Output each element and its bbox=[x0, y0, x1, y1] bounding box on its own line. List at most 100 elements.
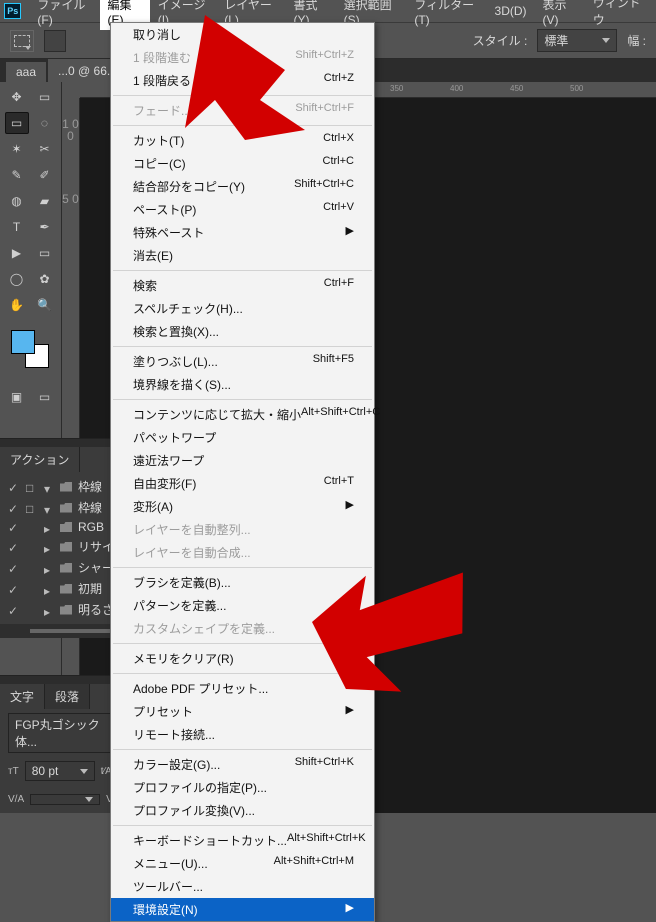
menu-item[interactable]: 検索と置換(X)... bbox=[111, 320, 374, 343]
menu-item-label: プロファイルの指定(P)... bbox=[133, 779, 267, 796]
menu-item[interactable]: プロファイル変換(V)... bbox=[111, 799, 374, 822]
check-icon: ✓ bbox=[8, 541, 20, 553]
menu-item-label: カラー設定(G)... bbox=[133, 756, 220, 773]
menu-item[interactable]: Adobe PDF プリセット... bbox=[111, 677, 374, 700]
menu-item[interactable]: 取り消し bbox=[111, 23, 374, 46]
ruler-tick: 400 bbox=[450, 84, 463, 93]
rectangle-tool[interactable]: ▭ bbox=[33, 242, 57, 264]
menu-item-label: カット(T) bbox=[133, 132, 184, 149]
menu-item[interactable]: 1 段階戻るCtrl+Z bbox=[111, 69, 374, 92]
action-name: 初期 bbox=[78, 580, 102, 597]
menu-file[interactable]: ファイル(F) bbox=[29, 0, 99, 30]
menu-item[interactable]: プロファイルの指定(P)... bbox=[111, 776, 374, 799]
screen-mode-toggle[interactable]: ▭ bbox=[33, 386, 57, 408]
menu-item-label: プリセット bbox=[133, 703, 193, 720]
menu-item-shortcut: ▶ bbox=[346, 498, 354, 515]
action-name: 枠線 bbox=[78, 499, 102, 516]
menu-item[interactable]: キーボードショートカット...Alt+Shift+Ctrl+K bbox=[111, 829, 374, 852]
menu-item-label: 特殊ペースト bbox=[133, 224, 204, 241]
crop-tool[interactable]: ✂ bbox=[33, 138, 57, 160]
menu-item-shortcut: Shift+Ctrl+Z bbox=[295, 49, 354, 66]
folder-icon bbox=[60, 563, 72, 573]
menu-item[interactable]: スペルチェック(H)... bbox=[111, 297, 374, 320]
clone-tool[interactable]: ◍ bbox=[5, 190, 29, 212]
quick-select-tool[interactable]: ✶ bbox=[5, 138, 29, 160]
pen-tool[interactable]: ✒ bbox=[33, 216, 57, 238]
marquee-tool[interactable]: ▭ bbox=[5, 112, 29, 134]
menu-item-label: 自由変形(F) bbox=[133, 475, 196, 492]
font-size-select[interactable]: 80 pt bbox=[25, 761, 95, 781]
menu-item[interactable]: ツールバー... bbox=[111, 875, 374, 898]
menu-item: レイヤーを自動整列... bbox=[111, 518, 374, 541]
action-name: 明るさ bbox=[78, 601, 114, 618]
ruler-tick: 500 bbox=[570, 84, 583, 93]
menu-view[interactable]: 表示(V) bbox=[535, 0, 585, 30]
menu-item[interactable]: パペットワープ bbox=[111, 426, 374, 449]
menu-item-label: パペットワープ bbox=[133, 429, 216, 446]
menu-item[interactable]: ペースト(P)Ctrl+V bbox=[111, 198, 374, 221]
tab-label: aaa bbox=[16, 65, 36, 79]
menu-item[interactable]: カラー設定(G)...Shift+Ctrl+K bbox=[111, 753, 374, 776]
menu-item[interactable]: コンテンツに応じて拡大・縮小Alt+Shift+Ctrl+C bbox=[111, 403, 374, 426]
menu-item[interactable]: 特殊ペースト▶ bbox=[111, 221, 374, 244]
menu-item[interactable]: 環境設定(N)▶ bbox=[111, 898, 374, 921]
color-swatches[interactable] bbox=[11, 330, 51, 370]
path-select-tool[interactable]: ▶ bbox=[5, 242, 29, 264]
menu-item[interactable]: パターンを定義... bbox=[111, 594, 374, 617]
ellipse-tool[interactable]: ◯ bbox=[5, 268, 29, 290]
menu-item[interactable]: 変形(A)▶ bbox=[111, 495, 374, 518]
check-icon: ✓ bbox=[8, 604, 20, 616]
menu-item-label: コンテンツに応じて拡大・縮小 bbox=[133, 406, 301, 423]
menu-item-shortcut: Ctrl+V bbox=[323, 201, 354, 218]
char-tab[interactable]: 文字 bbox=[0, 684, 45, 709]
lasso-tool[interactable]: ◌ bbox=[33, 112, 57, 134]
ruler-tick: 5 0 bbox=[62, 192, 79, 206]
menu-item[interactable]: ブラシを定義(B)... bbox=[111, 571, 374, 594]
menu-item[interactable]: メニュー(U)...Alt+Shift+Ctrl+M bbox=[111, 852, 374, 875]
menu-item-label: キーボードショートカット... bbox=[133, 832, 287, 849]
tool-preset-picker[interactable] bbox=[10, 30, 34, 52]
menu-item[interactable]: 塗りつぶし(L)...Shift+F5 bbox=[111, 350, 374, 373]
menu-3d[interactable]: 3D(D) bbox=[487, 1, 535, 21]
menu-item[interactable]: プリセット▶ bbox=[111, 700, 374, 723]
eyedropper-tool[interactable]: ✎ bbox=[5, 164, 29, 186]
menu-item[interactable]: 自由変形(F)Ctrl+T bbox=[111, 472, 374, 495]
custom-shape-tool[interactable]: ✿ bbox=[33, 268, 57, 290]
menu-item[interactable]: 境界線を描く(S)... bbox=[111, 373, 374, 396]
menu-item-label: リモート接続... bbox=[133, 726, 215, 743]
foreground-color[interactable] bbox=[11, 330, 35, 354]
brush-tool[interactable]: ✐ bbox=[33, 164, 57, 186]
zoom-tool[interactable]: 🔍 bbox=[33, 294, 57, 316]
chevron-down-icon bbox=[80, 769, 88, 774]
artboard-tool[interactable]: ▭ bbox=[33, 86, 57, 108]
actions-tab[interactable]: アクション bbox=[0, 447, 80, 472]
menu-item[interactable]: 検索Ctrl+F bbox=[111, 274, 374, 297]
paragraph-tab[interactable]: 段落 bbox=[45, 684, 90, 709]
menu-item-shortcut: Alt+Shift+Ctrl+M bbox=[274, 855, 354, 872]
menu-item[interactable]: コピー(C)Ctrl+C bbox=[111, 152, 374, 175]
type-tool[interactable]: T bbox=[5, 216, 29, 238]
menu-bar: Ps ファイル(F) 編集(E) イメージ(I) レイヤー(L) 書式(Y) 選… bbox=[0, 0, 656, 22]
menu-window[interactable]: ウィンドウ bbox=[585, 0, 652, 31]
menu-item[interactable]: リモート接続... bbox=[111, 723, 374, 746]
menu-item[interactable]: 消去(E) bbox=[111, 244, 374, 267]
menu-item[interactable]: カット(T)Ctrl+X bbox=[111, 129, 374, 152]
folder-icon bbox=[60, 605, 72, 615]
move-tool[interactable]: ✥ bbox=[5, 86, 29, 108]
menu-filter[interactable]: フィルター(T) bbox=[406, 0, 486, 30]
menu-item[interactable]: 結合部分をコピー(Y)Shift+Ctrl+C bbox=[111, 175, 374, 198]
style-select[interactable]: 標準 bbox=[537, 29, 617, 52]
selection-mode-new[interactable] bbox=[44, 30, 66, 52]
menu-item-label: フェード... bbox=[133, 102, 191, 119]
edit-menu-dropdown: 取り消し1 段階進むShift+Ctrl+Z1 段階戻るCtrl+Zフェード..… bbox=[110, 22, 375, 922]
kerning-select[interactable] bbox=[30, 794, 100, 805]
hand-tool[interactable]: ✋ bbox=[5, 294, 29, 316]
modal-icon: □ bbox=[26, 502, 38, 514]
doc-tab-1[interactable]: aaa bbox=[6, 62, 46, 82]
quick-mask-toggle[interactable]: ▣ bbox=[5, 386, 29, 408]
menu-item-shortcut: Shift+Ctrl+C bbox=[294, 178, 354, 195]
menu-item[interactable]: 遠近法ワープ bbox=[111, 449, 374, 472]
gradient-tool[interactable]: ▰ bbox=[33, 190, 57, 212]
menu-item[interactable]: メモリをクリア(R)▶ bbox=[111, 647, 374, 670]
disclosure-icon: ▸ bbox=[44, 542, 54, 552]
